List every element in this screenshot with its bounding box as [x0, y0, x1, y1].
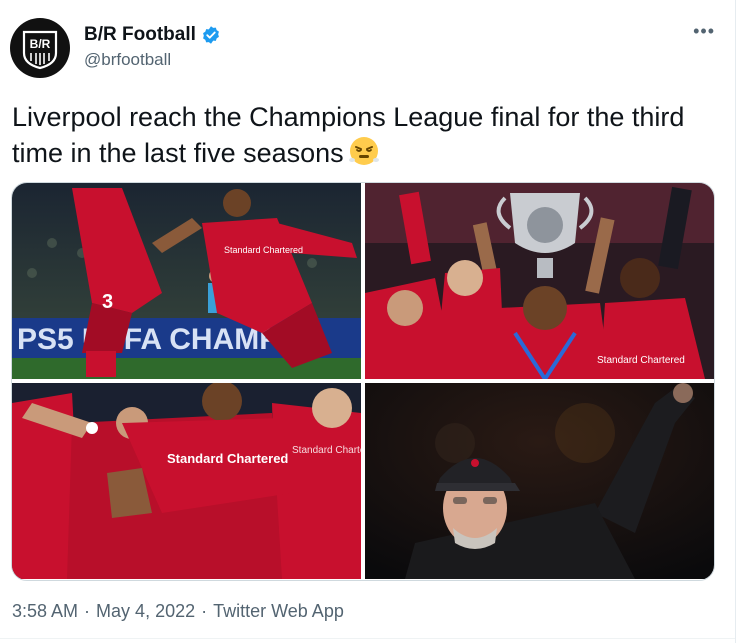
- tweet-timestamp-row: 3:58 AM · May 4, 2022 · Twitter Web App: [12, 601, 344, 622]
- author-name-row: B/R Football: [84, 24, 221, 46]
- tweet-source-link[interactable]: Twitter Web App: [213, 601, 344, 622]
- divider: [0, 638, 735, 639]
- media-grid: PS5 UEFA CHAMPI 3 Standard Chartered Sta…: [11, 182, 715, 581]
- tweet-date-link[interactable]: May 4, 2022: [96, 601, 195, 622]
- photo-team-group-hug[interactable]: Standard Chartered Standard Chartered: [12, 383, 361, 579]
- sponsor-text-secondary: Standard Chartered: [292, 445, 361, 456]
- sponsor-text: Standard Chartered: [597, 355, 685, 366]
- separator-dot: ·: [84, 601, 91, 621]
- separator-dot: ·: [201, 601, 208, 621]
- tweet-text: Liverpool reach the Champions League fin…: [12, 100, 712, 176]
- sponsor-text: Standard Chartered: [224, 245, 303, 255]
- svg-text:B/R: B/R: [30, 37, 51, 51]
- face-with-steam-emoji-icon: [348, 135, 380, 176]
- sponsor-text: Standard Chartered: [167, 451, 288, 466]
- photo-salah-celebrating-run[interactable]: PS5 UEFA CHAMPI 3 Standard Chartered: [12, 183, 361, 379]
- photo-trophy-celebration[interactable]: Standard Chartered: [365, 183, 714, 379]
- author-handle[interactable]: @brfootball: [84, 50, 171, 70]
- tweet-time-link[interactable]: 3:58 AM: [12, 601, 78, 622]
- avatar[interactable]: B/R: [10, 18, 70, 78]
- more-options-icon[interactable]: •••: [693, 22, 715, 40]
- verified-badge-icon: [201, 25, 221, 45]
- ad-banner-text: PS5 UEFA CHAMPI: [17, 323, 288, 356]
- br-logo-icon: B/R: [22, 30, 58, 70]
- author-display-name[interactable]: B/R Football: [84, 24, 196, 46]
- photo-klopp-fist-pump[interactable]: [365, 383, 714, 579]
- tweet-card: B/R B/R Football @brfootball ••• Liverpo…: [0, 0, 736, 643]
- shirt-number: 3: [102, 291, 113, 313]
